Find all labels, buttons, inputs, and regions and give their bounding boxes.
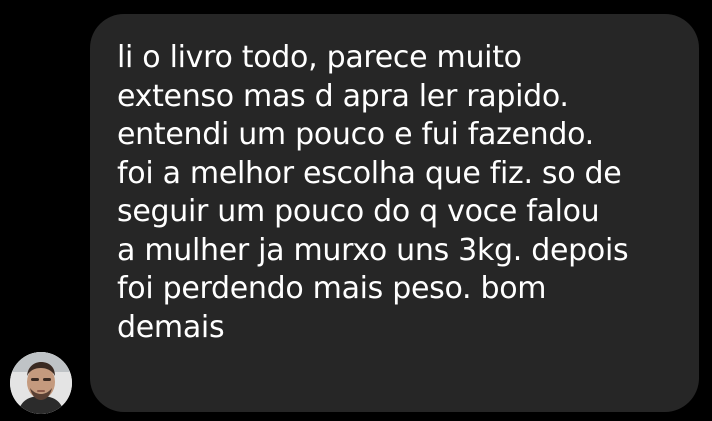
sender-avatar[interactable] <box>10 352 72 414</box>
message-line: foi a melhor escolha que fiz. so de <box>117 155 622 191</box>
message-line: a mulher ja murxo uns 3kg. depois <box>117 232 629 268</box>
message-line: entendi um pouco e fui fazendo. <box>117 117 594 152</box>
message-bubble[interactable]: li o livro todo, parece muito extenso ma… <box>90 14 699 412</box>
chat-thread: li o livro todo, parece muito extenso ma… <box>0 0 712 421</box>
message-line: extenso mas d apra ler rapido. <box>117 78 569 114</box>
message-line: seguir um pouco do q voce falou <box>117 194 600 229</box>
message-line: demais <box>117 309 225 345</box>
message-line: foi perdendo mais peso. bom <box>117 271 547 306</box>
message-line: li o livro todo, parece muito <box>117 40 522 75</box>
avatar-photo-icon <box>10 352 72 414</box>
